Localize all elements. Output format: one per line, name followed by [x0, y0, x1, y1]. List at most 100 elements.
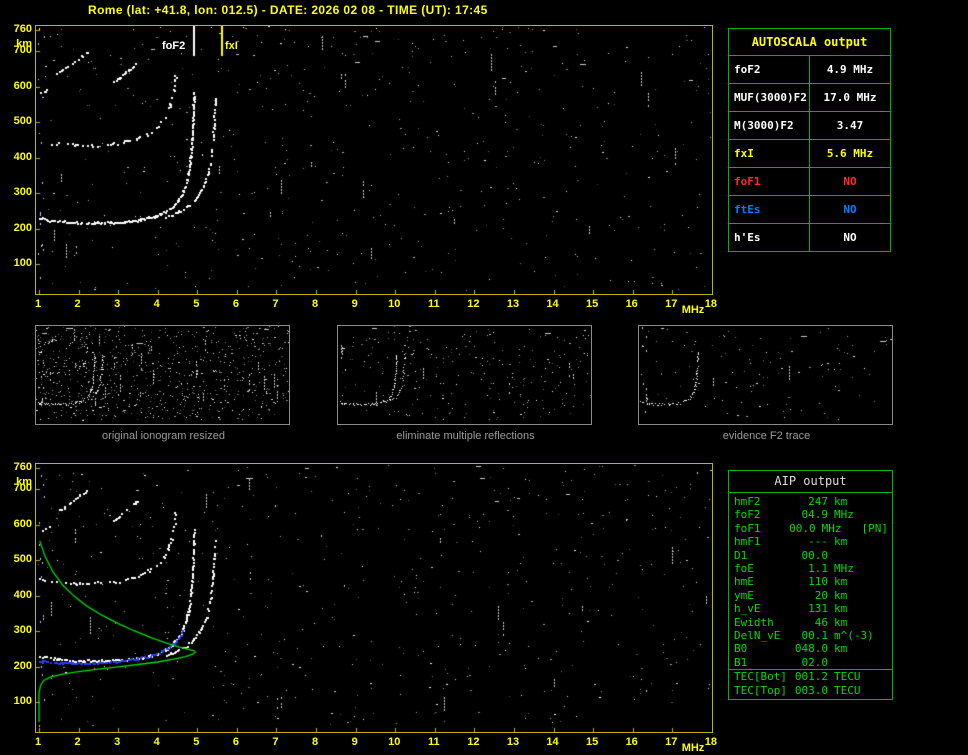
aip-row: h_vE 131 km [729, 602, 892, 615]
aip-row: foF1 00.0 MHz [PN] [729, 522, 892, 535]
x-axis-tick-label: 9 [351, 298, 358, 310]
autoscala-row: foF2 4.9 MHz [728, 55, 891, 84]
aip-param-label: foE [734, 562, 754, 576]
aip-param-value: 02.0 [801, 655, 829, 669]
aip-param-label: hmF2 [734, 495, 761, 508]
autoscala-row: M(3000)F2 3.47 [728, 111, 891, 140]
thumbnail-original-ionogram [35, 325, 290, 425]
y-axis-tick-label: 600 [13, 79, 32, 92]
aip-param-unit: km [834, 642, 848, 656]
aip-param-unit: km [834, 535, 848, 549]
aip-param-value: 003.0 [794, 683, 828, 697]
aip-param-label: foF1 [734, 521, 761, 535]
autoscala-param-label: ftEs [728, 195, 810, 224]
aip-row: ymE 20 km [729, 589, 892, 602]
x-axis-tick-label: 14 [546, 298, 559, 310]
x-axis-tick-label: 8 [311, 298, 319, 310]
autoscala-param-label: foF1 [728, 167, 810, 196]
y-axis-tick-label: 300 [13, 624, 32, 637]
autoscala-param-label: M(3000)F2 [728, 111, 810, 140]
x-axis-tick-label: 15 [585, 736, 599, 748]
aip-param-note: [PN] [861, 521, 889, 535]
y-axis-tick-label: 500 [13, 115, 32, 128]
aip-param-label: Ewidth [734, 615, 774, 629]
aip-param-label: D1 [734, 548, 748, 562]
x-axis-tick-label: 4 [153, 298, 160, 310]
aip-output-table: AIP output hmF2 247 km foF2 04.9 MHz foF1 00.0 M… [728, 470, 893, 701]
thumbnail-original-canvas [36, 326, 289, 424]
aip-param-value: 048.0 [794, 642, 828, 656]
aip-param-unit: km [834, 602, 848, 616]
autoscala-row: fxI 5.6 MHz [728, 139, 891, 168]
x-axis-tick-label: 6 [232, 736, 239, 748]
aip-param-label: B1 [734, 655, 748, 669]
x-axis-tick-label: 5 [193, 736, 200, 748]
aip-row: foE 1.1 MHz [729, 562, 892, 575]
aip-param-unit: km [834, 615, 848, 629]
aip-param-unit: TECU [834, 670, 861, 684]
aip-param-value: 20 [814, 588, 828, 602]
x-axis-tick-label: 4 [153, 736, 160, 748]
autoscala-header-row: AUTOSCALA output [728, 28, 891, 56]
x-axis-tick-label: 10 [388, 298, 401, 310]
x-axis-tick-label: 10 [388, 736, 401, 748]
x-axis-tick-label: 3 [114, 298, 121, 310]
x-axis-tick-label: 12 [467, 736, 480, 748]
aip-param-label: foF2 [734, 508, 761, 522]
x-axis-tick-label: 17 [665, 736, 678, 748]
aip-param-label: hmE [734, 575, 754, 589]
thumbnail-evidence-canvas [639, 326, 892, 424]
fxi-marker-label: fxI [225, 40, 238, 52]
x-axis-tick-label: 11 [427, 736, 440, 748]
x-axis-tick-label: 13 [506, 736, 520, 748]
x-axis-tick-label: 6 [232, 298, 239, 310]
autoscala-param-value: 4.9 MHz [809, 55, 891, 84]
autoscala-param-label: fxI [728, 139, 810, 168]
y-axis-tick-label: 100 [13, 695, 32, 708]
aip-row: B1 02.0 [729, 656, 892, 669]
y-axis-tick-label: 400 [13, 150, 32, 163]
autoscala-param-value: NO [809, 195, 891, 224]
autoscala-row: MUF(3000)F2 17.0 MHz [728, 83, 891, 112]
aip-param-value: 46 [814, 615, 828, 629]
top-ionogram-plot: foF2 fxI [35, 25, 713, 295]
autoscala-output-table: AUTOSCALA output foF2 4.9 MHz MUF(3000)F2 1… [728, 28, 891, 252]
y-axis-tick-label: 760 [13, 461, 32, 473]
y-axis-tick-label: 400 [13, 588, 32, 601]
aip-param-unit: MHz [821, 521, 842, 535]
x-axis-tick-label: 5 [193, 298, 200, 310]
x-axis-tick-label: 2 [74, 736, 81, 748]
aip-param-unit [834, 656, 880, 669]
autoscala-window: Rome (lat: +41.8, lon: 012.5) - DATE: 20… [0, 0, 968, 755]
aip-param-label: TEC[Bot] [734, 670, 787, 684]
autoscala-table-title: AUTOSCALA output [728, 28, 891, 56]
y-axis-tick-label: 200 [13, 659, 32, 672]
autoscala-param-value: NO [809, 223, 891, 252]
aip-row: hmF2 247 km [729, 495, 892, 508]
aip-row: DelN_vE 00.1 m^(-3) [729, 629, 892, 642]
autoscala-row: foF1 NO [728, 167, 891, 196]
aip-param-label: DelN_vE [734, 629, 781, 643]
x-axis-tick-label: 15 [585, 298, 599, 310]
autoscala-param-value: NO [809, 167, 891, 196]
aip-param-value: 247 [808, 495, 828, 508]
autoscala-row: h'Es NO [728, 223, 891, 252]
aip-param-label: h_vE [734, 602, 761, 616]
autoscala-param-value: 3.47 [809, 111, 891, 140]
x-axis-tick-label: 11 [427, 298, 440, 310]
aip-param-value: 1.1 [808, 562, 828, 576]
aip-param-value: 04.9 [801, 508, 829, 522]
x-axis-tick-label: 1 [34, 298, 42, 310]
fof2-marker-label: foF2 [162, 40, 186, 52]
aip-param-value: 00.0 [789, 521, 816, 535]
aip-param-value: 131 [808, 602, 828, 616]
y-axis-tick-label: 100 [13, 257, 32, 270]
x-axis-unit-label: MHz [681, 742, 705, 754]
aip-param-unit: km [834, 575, 848, 589]
thumbnail-eliminate-reflections [337, 325, 592, 425]
x-axis-tick-label: 14 [546, 736, 559, 748]
aip-row: D1 00.0 [729, 549, 892, 562]
aip-param-label: TEC[Top] [734, 683, 787, 697]
aip-row: hmE 110 km [729, 575, 892, 588]
bottom-ionogram-plot [35, 463, 713, 733]
